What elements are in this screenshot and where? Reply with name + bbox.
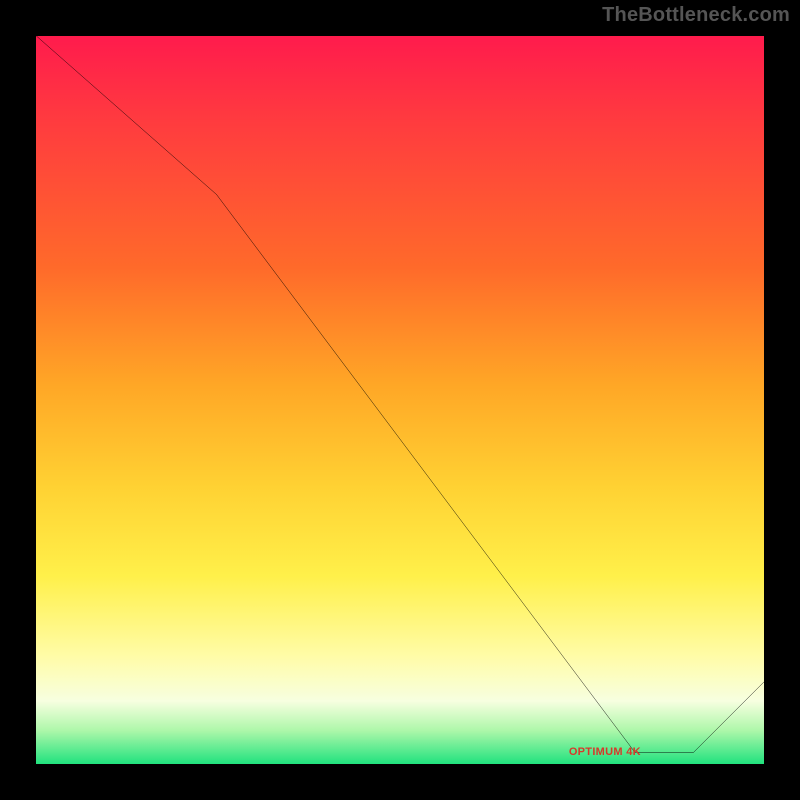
bottleneck-curve (33, 33, 767, 767)
plot-area: OPTIMUM 4K (33, 33, 767, 767)
optimum-label: OPTIMUM 4K (569, 746, 641, 758)
chart-frame: TheBottleneck.com OPTIMUM 4K (0, 0, 800, 800)
attribution-text: TheBottleneck.com (602, 4, 790, 27)
